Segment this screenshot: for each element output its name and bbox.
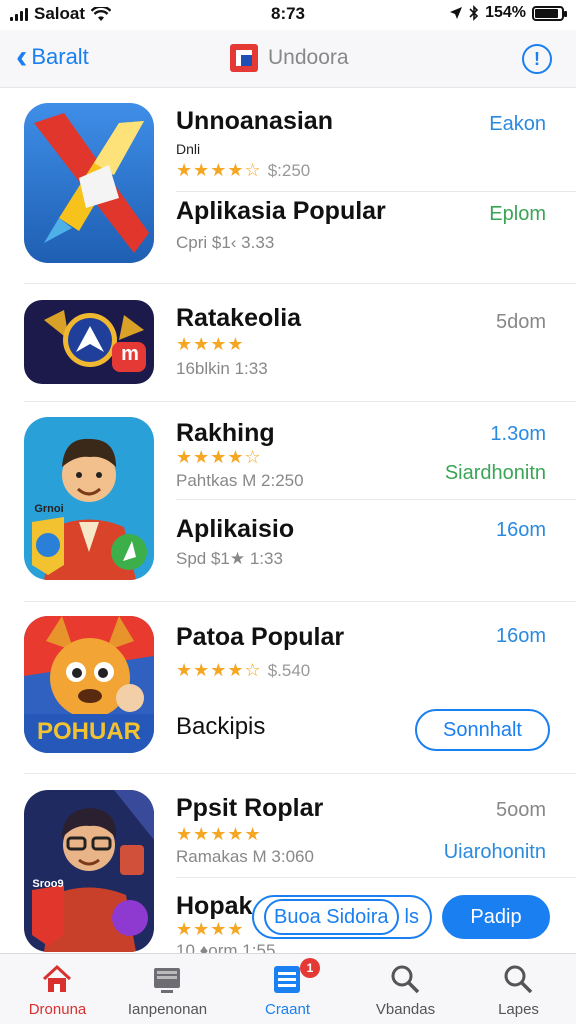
app-subtitle: Spd $1★ 1:33 (176, 549, 283, 568)
tab-label: Vbandas (375, 1001, 436, 1018)
app-icon-cat[interactable]: POHUAR (24, 616, 154, 753)
app-subtitle: Dnli (176, 141, 201, 157)
app-action-button[interactable]: Eakon (489, 113, 546, 136)
app-subtitle: Ramakas M 3:060 (176, 847, 314, 866)
app-secondary-action[interactable]: Uiarohonitn (444, 841, 546, 864)
rocket-icon (24, 103, 154, 263)
divider (176, 877, 576, 878)
star-rating-icon: ★★★★ (176, 334, 245, 354)
app-icon-character[interactable]: Grnoi (24, 417, 154, 580)
padip-button[interactable]: Padip (442, 895, 550, 939)
battery-fill (535, 8, 559, 18)
tab-lapes[interactable]: Lapes (461, 954, 576, 1024)
star-rating-icon: ★★★★ (176, 919, 245, 939)
app-action-button[interactable]: 16om (496, 519, 546, 542)
pill-label-tail: ls (404, 906, 419, 928)
rating-text: $.540 (267, 660, 311, 680)
icon-label: POHUAR (36, 718, 141, 745)
notification-badge: 1 (300, 958, 320, 978)
app-title[interactable]: Aplikaisio (176, 515, 294, 544)
status-right: 154% (449, 4, 567, 22)
game-logo-icon (24, 300, 154, 384)
sonnhalt-button[interactable]: Sonnhalt (415, 709, 550, 751)
tab-dronuna[interactable]: Dronuna (0, 954, 115, 1024)
star-rating-icon: ★★★★☆ (176, 447, 262, 467)
star-rating-icon: ★★★★☆ (176, 660, 262, 680)
app-subtitle: 16blkin 1:33 (176, 359, 268, 378)
divider (24, 601, 576, 602)
back-button[interactable]: ‹ Baralt (16, 38, 89, 76)
status-bar: Saloat 8:73 154% (0, 0, 576, 28)
tab-craant[interactable]: 1 Craant (230, 954, 345, 1024)
app-action-button[interactable]: 5dom (496, 311, 546, 334)
app-icon-rocket[interactable] (24, 103, 154, 263)
app-title[interactable]: Patoa Popular (176, 623, 344, 652)
app-subtitle: Backipis (176, 713, 266, 740)
tv-icon (154, 968, 180, 993)
search-icon (504, 965, 533, 994)
star-rating-icon: ★★★★★ (176, 824, 262, 844)
rating: ★★★★ (176, 334, 245, 355)
tab-vbandas[interactable]: Vbandas (348, 954, 463, 1024)
nav-title: Undoora (268, 46, 349, 69)
tab-label: Dronuna (28, 1001, 87, 1018)
app-action-button[interactable]: 16om (496, 625, 546, 648)
app-action-button[interactable]: 1.3om (490, 423, 546, 446)
battery-icon (532, 5, 567, 21)
rating: ★★★★☆ $:250 (176, 160, 310, 181)
star-rating-icon: ★★★★☆ (176, 160, 262, 180)
app-action-button[interactable]: Eplom (489, 203, 546, 226)
app-secondary-action[interactable]: Siardhonitn (445, 462, 546, 485)
navigation-bar: ‹ Baralt Undoora ! (0, 30, 576, 88)
tab-label: Lapes (498, 1001, 539, 1018)
icon-label: Sroo9 (32, 878, 64, 890)
home-icon (42, 964, 72, 992)
app-action-button[interactable]: 5oom (496, 799, 546, 822)
app-icon-hero[interactable]: Sroo9 (24, 790, 154, 952)
tab-bar: Dronuna Ianpenonan 1 Craant Vbandas Lape… (0, 953, 576, 1024)
search-icon (391, 965, 420, 994)
list-icon (274, 966, 300, 993)
app-logo (230, 44, 258, 72)
pill-label: Buoa Sidoira (264, 899, 399, 935)
battery-percent: 154% (485, 4, 526, 21)
tab-ianpenonan[interactable]: Ianpenonan (110, 954, 225, 1024)
app-subtitle: Pahtkas M 2:250 (176, 471, 304, 490)
icon-label: m (121, 343, 139, 365)
rating-text: $:250 (267, 160, 311, 180)
divider (176, 191, 576, 192)
divider (24, 401, 576, 402)
icon-label: Grnoi (34, 503, 64, 515)
app-title[interactable]: Ppsit Roplar (176, 794, 323, 823)
divider (24, 773, 576, 774)
nav-title-group: Undoora (230, 44, 349, 72)
divider (176, 499, 576, 500)
app-title[interactable]: Rakhing (176, 419, 275, 448)
app-title[interactable]: Ratakeolia (176, 304, 301, 333)
location-arrow-icon (450, 7, 463, 19)
character-icon (24, 417, 154, 580)
app-title[interactable]: Aplikasia Popular (176, 197, 386, 226)
chevron-left-icon: ‹ (16, 38, 28, 76)
divider (24, 283, 576, 284)
app-subtitle: 10 ♦orm 1:55 (176, 941, 276, 953)
app-icon-game[interactable]: m (24, 300, 154, 384)
app-subtitle: Cpri $1‹ 3.33 (176, 233, 275, 252)
app-title[interactable]: Unnoanasian (176, 107, 333, 136)
rating: ★★★★ (176, 919, 245, 940)
rating: ★★★★☆ $.540 (176, 660, 310, 681)
buoa-sidoira-button[interactable]: Buoa Sidoira ls (252, 895, 432, 939)
bluetooth-icon (469, 5, 479, 21)
rating: ★★★★★ (176, 824, 262, 845)
app-list: Unnoanasian Dnli ★★★★☆ $:250 Eakon Aplik… (0, 89, 576, 953)
rating: ★★★★☆ (176, 447, 262, 468)
back-label: Baralt (31, 44, 89, 69)
app-title[interactable]: Hopak (176, 892, 252, 921)
tab-label: Ianpenonan (127, 1001, 208, 1018)
hero-character-icon (24, 790, 154, 952)
tab-label: Craant (264, 1001, 311, 1018)
info-button[interactable]: ! (522, 44, 552, 74)
